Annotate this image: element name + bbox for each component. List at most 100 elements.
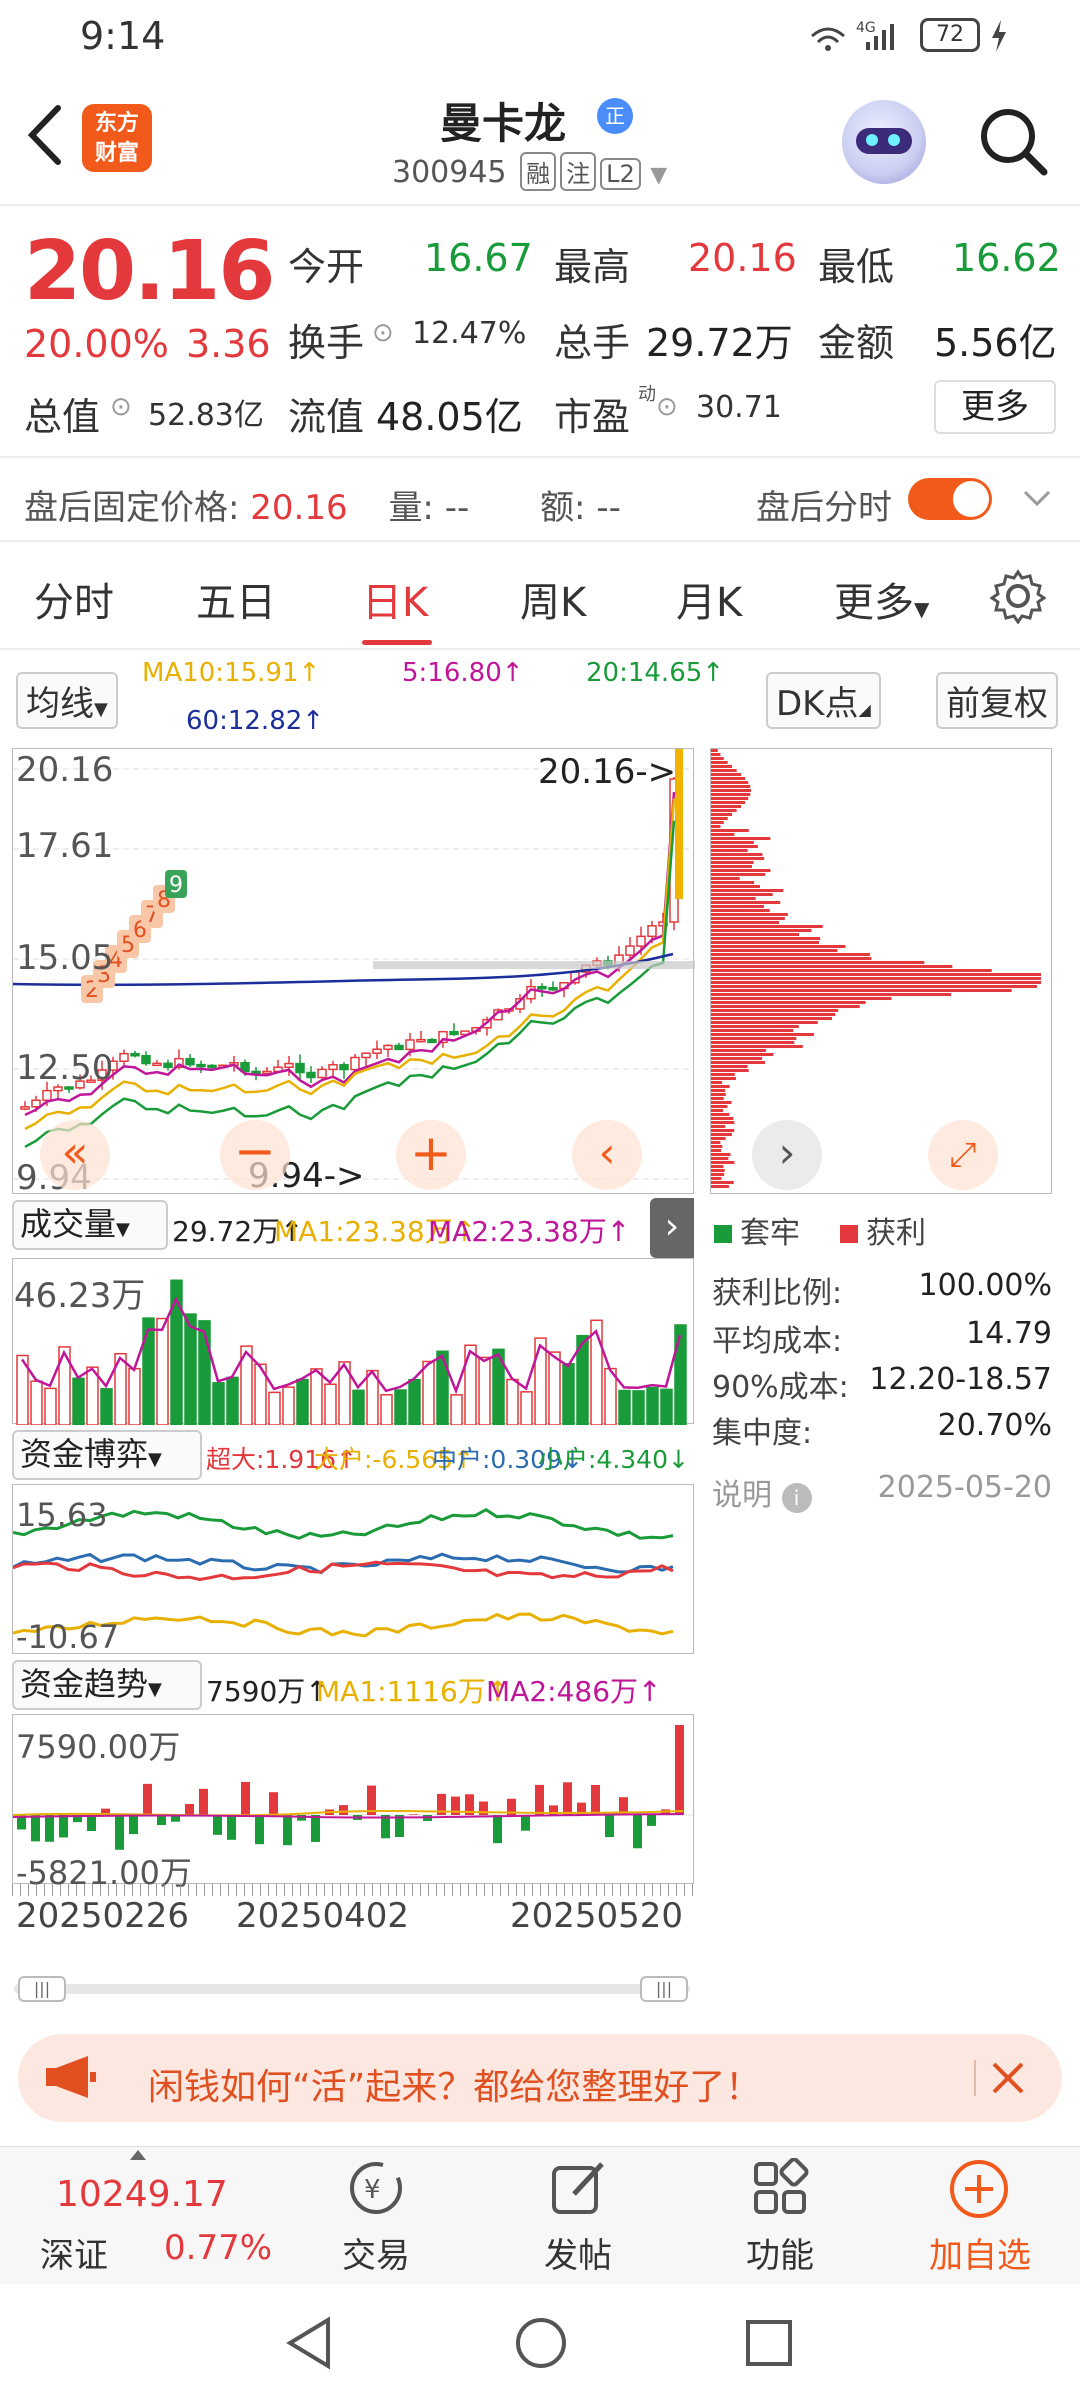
chip-bar [711,1113,730,1116]
fund-trend-bar [227,1815,236,1840]
chip-bar [711,853,763,856]
search-icon[interactable] [976,104,1050,178]
chevron-down-icon[interactable] [1022,488,1052,508]
fund-trend-bar [115,1815,124,1850]
chip-bar [711,833,735,836]
volume-bar [296,1378,309,1426]
chip-bar [711,881,755,884]
cost-band [373,961,695,969]
after-hours-toggle[interactable] [908,478,992,520]
scroll-left-icon[interactable]: ‹ [572,1120,642,1190]
pe-dynamic-sup: 动 [638,384,656,405]
chip-bar [711,749,718,752]
dk-point-button[interactable]: DK点◢ [766,672,881,729]
chip-bar [711,1141,721,1144]
chip-bar [711,953,870,956]
tab-daily-k[interactable]: 日K [362,570,428,628]
kline-y-label: 20.16 [16,750,114,790]
tab-weekly-k[interactable]: 周K [520,570,586,628]
chip-legend-trap: 套牢 [714,1208,800,1252]
candle-body [185,1057,195,1066]
index-value[interactable]: 10249.17 [56,2174,228,2215]
chip-row-label: 获利比例: [712,1276,843,1311]
nav-post-label[interactable]: 发帖 [508,2228,648,2277]
candle-body [339,1064,349,1071]
chip-bar [711,1185,729,1188]
system-back-icon[interactable] [284,2316,334,2370]
candle-body [537,985,547,990]
caret-down-icon: ▼ [148,1449,162,1470]
chip-bar [711,805,742,808]
tab-timeshare[interactable]: 分时 [34,570,114,628]
add-watchlist-icon[interactable] [948,2158,1010,2220]
chip-bar [711,937,821,940]
mcap-value: 52.83亿 [148,398,264,433]
close-icon[interactable] [990,2060,1026,2096]
chip-bar [711,793,751,796]
stock-name: 曼卡龙 [440,99,567,148]
tab-monthly-k[interactable]: 月K [676,570,742,628]
gear-icon[interactable] [990,568,1046,624]
functions-icon[interactable] [750,2158,810,2218]
tab-five-day[interactable]: 五日 [196,570,276,628]
charging-icon [992,20,1006,52]
more-button[interactable]: 更多 [934,380,1056,434]
adjust-button[interactable]: 前复权 [936,672,1058,729]
candle-body [295,1062,305,1074]
high-value: 20.16 [688,236,797,280]
candle-body [405,1039,415,1051]
zoom-in-icon[interactable]: + [396,1120,466,1190]
fund-trend-bar [143,1783,152,1815]
expand-panel-icon[interactable]: › [650,1198,694,1258]
nav-trade-label[interactable]: 交易 [306,2228,446,2277]
fund-trend-bar [675,1725,684,1815]
ma-select[interactable]: 均线▼ [16,672,118,729]
caret-down-icon: ▼ [148,1679,162,1700]
info-icon[interactable]: ⊙ [372,318,394,348]
indicator-select-fund-game[interactable]: 资金博弈▼ [12,1430,202,1480]
divider [0,456,1080,458]
candle-body [416,1038,426,1043]
fund-trend-bar [241,1781,250,1815]
candle-body [548,987,558,991]
fund-trend-bar [409,1814,418,1815]
trade-icon[interactable]: ¥ [344,2158,408,2218]
app-logo: 东方 财富 [82,104,152,172]
chip-bar [711,949,838,952]
assistant-robot-icon[interactable] [842,100,926,184]
chip-bar [711,1005,860,1008]
volume-bar [646,1386,659,1426]
chip-next-icon[interactable]: › [752,1120,822,1190]
volume-bar [100,1388,113,1426]
range-handle-left[interactable]: ||| [18,1976,66,2002]
chip-bar [711,877,740,880]
info-icon[interactable]: ⊙ [656,392,678,422]
indicator-select-fund-trend[interactable]: 资金趋势▼ [12,1660,202,1710]
volume-bar [352,1389,365,1426]
index-name[interactable]: 深证 [40,2228,108,2277]
scroll-left-fast-icon[interactable]: « [40,1120,110,1190]
indicator-select-volume[interactable]: 成交量▼ [12,1200,168,1250]
ma10-value: MA10:15.91↑ [142,658,321,688]
chip-bar [711,1025,799,1028]
chip-note-link[interactable]: 说明 i [712,1470,812,1514]
back-button[interactable] [22,100,72,170]
system-recents-icon[interactable] [744,2318,794,2368]
volume-bar [128,1367,141,1426]
chip-bar [711,1073,735,1076]
system-home-icon[interactable] [514,2316,568,2370]
post-icon[interactable] [548,2158,608,2218]
status-bar: 9:14 4G 72 [0,0,1080,72]
tab-more[interactable]: 更多▼ [834,570,929,628]
info-icon[interactable]: ⊙ [110,392,132,422]
chip-bar [711,813,733,816]
chip-bar [711,753,721,756]
volume-bar [660,1388,673,1426]
stock-code-line[interactable]: 300945 融注 L2 ▼ [392,152,667,191]
zoom-out-icon[interactable]: − [220,1120,290,1190]
range-handle-right[interactable]: ||| [640,1976,688,2002]
legend-swatch-green [714,1225,732,1243]
expand-icon[interactable]: ⤢ [928,1120,998,1190]
nav-add-watchlist-label[interactable]: 加自选 [910,2228,1050,2277]
nav-functions-label[interactable]: 功能 [710,2228,850,2277]
